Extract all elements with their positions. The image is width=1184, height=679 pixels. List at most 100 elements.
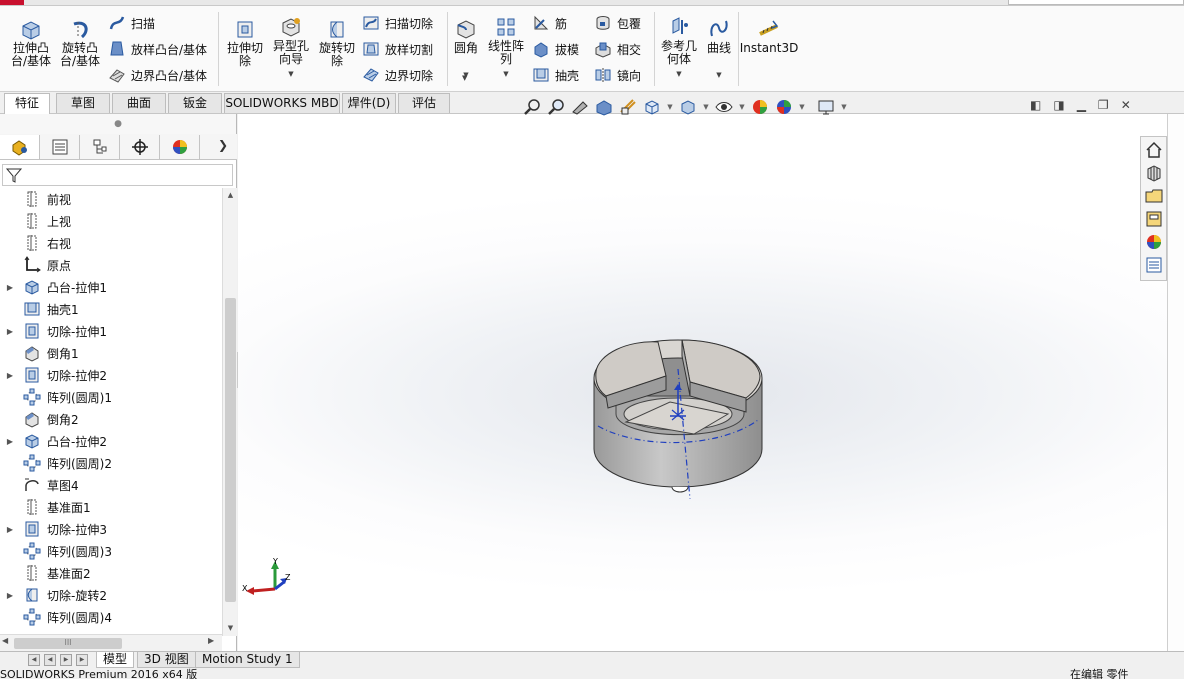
view-settings-dropdown-icon[interactable]: ▼ bbox=[840, 103, 848, 111]
edit-appearance-button[interactable] bbox=[750, 97, 770, 117]
tab-weldments[interactable]: 焊件(D) bbox=[342, 93, 396, 113]
shell-button[interactable]: 抽壳 bbox=[532, 65, 579, 85]
view-settings-button[interactable] bbox=[816, 97, 836, 117]
linear-pattern-dropdown-icon[interactable]: ▼ bbox=[503, 68, 508, 81]
revolve-boss-button[interactable]: 旋转凸 台/基体 bbox=[56, 18, 104, 68]
tree-item[interactable]: 右视 bbox=[0, 232, 71, 254]
tree-vertical-scrollbar[interactable]: ▲ ▼ bbox=[222, 188, 237, 636]
scroll-down-icon[interactable]: ▼ bbox=[223, 624, 238, 632]
mirror-button[interactable]: 镜向 bbox=[594, 65, 641, 85]
tree-filter[interactable] bbox=[2, 164, 233, 186]
file-explorer-tab[interactable] bbox=[1142, 185, 1165, 206]
expand-arrow-icon[interactable]: ▶ bbox=[5, 283, 15, 292]
panel-grip[interactable]: ● bbox=[0, 114, 236, 134]
graphics-area[interactable]: Y Z X bbox=[238, 114, 1167, 651]
appearances-tab[interactable] bbox=[1142, 231, 1165, 252]
tree-item[interactable]: 阵列(圆周)3 bbox=[0, 540, 112, 562]
tree-item[interactable]: ▶ 切除-拉伸3 bbox=[0, 518, 107, 540]
zoom-to-area-button[interactable] bbox=[546, 97, 566, 117]
tree-item[interactable]: ▶ 凸台-拉伸1 bbox=[0, 276, 107, 298]
dynamic-annotation-button[interactable] bbox=[618, 97, 638, 117]
tab-sheet-metal[interactable]: 钣金 bbox=[168, 93, 222, 113]
loft-cut-button[interactable]: 放样切割 bbox=[362, 39, 433, 59]
tree-item[interactable]: 倒角1 bbox=[0, 342, 79, 364]
fillet-more-icon[interactable]: ▼ bbox=[462, 74, 467, 82]
boundary-boss-button[interactable]: 边界凸台/基体 bbox=[108, 65, 207, 85]
tree-item[interactable]: 草图4 bbox=[0, 474, 79, 496]
apply-scene-button[interactable] bbox=[774, 97, 794, 117]
last-tab-icon[interactable]: ▶ bbox=[76, 654, 88, 666]
reference-geometry-dropdown-icon[interactable]: ▼ bbox=[676, 68, 681, 81]
display-style-button[interactable] bbox=[678, 97, 698, 117]
design-library-tab[interactable] bbox=[1142, 162, 1165, 183]
expand-arrow-icon[interactable]: ▶ bbox=[5, 591, 15, 600]
tree-item[interactable]: ▶ 凸台-拉伸2 bbox=[0, 430, 107, 452]
linear-pattern-button[interactable]: 线性阵 列 ▼ bbox=[484, 16, 528, 81]
display-manager-tab[interactable] bbox=[160, 135, 200, 159]
sweep-cut-button[interactable]: 扫描切除 bbox=[362, 13, 433, 33]
display-style-dropdown-icon[interactable]: ▼ bbox=[702, 103, 710, 111]
tree-item[interactable]: ▶ 切除-拉伸2 bbox=[0, 364, 107, 386]
solidworks-logo[interactable] bbox=[0, 0, 24, 5]
property-manager-tab[interactable] bbox=[40, 135, 80, 159]
expand-arrow-icon[interactable]: ▶ bbox=[5, 327, 15, 336]
tile-right-icon[interactable]: ◨ bbox=[1053, 98, 1064, 112]
tree-horizontal-scrollbar[interactable]: ◀ III ▶ bbox=[0, 634, 222, 651]
tile-left-icon[interactable]: ◧ bbox=[1030, 98, 1041, 112]
curves-dropdown-icon[interactable]: ▼ bbox=[716, 69, 721, 82]
previous-view-button[interactable] bbox=[570, 97, 590, 117]
hole-wizard-dropdown-icon[interactable]: ▼ bbox=[288, 68, 293, 81]
wrap-button[interactable]: 包覆 bbox=[594, 13, 641, 33]
extrude-cut-button[interactable]: 拉伸切 除 bbox=[222, 18, 268, 68]
tree-item[interactable]: 原点 bbox=[0, 254, 71, 276]
restore-icon[interactable]: ❐ bbox=[1098, 98, 1109, 112]
scroll-right-icon[interactable]: ▶ bbox=[208, 636, 214, 645]
tab-3d-view[interactable]: 3D 视图 bbox=[137, 652, 196, 668]
tab-evaluate[interactable]: 评估 bbox=[398, 93, 450, 113]
scroll-up-icon[interactable]: ▲ bbox=[223, 191, 238, 199]
tab-model[interactable]: 模型 bbox=[96, 652, 135, 668]
view-orientation-dropdown-icon[interactable]: ▼ bbox=[666, 103, 674, 111]
tree-item[interactable]: 阵列(圆周)1 bbox=[0, 386, 112, 408]
tree-item[interactable]: 阵列(圆周)2 bbox=[0, 452, 112, 474]
search-box[interactable] bbox=[1008, 0, 1184, 5]
configuration-manager-tab[interactable] bbox=[80, 135, 120, 159]
intersect-button[interactable]: 相交 bbox=[594, 39, 641, 59]
tab-sketch[interactable]: 草图 bbox=[56, 93, 110, 113]
hide-show-items-button[interactable] bbox=[714, 97, 734, 117]
tree-item[interactable]: 前视 bbox=[0, 188, 71, 210]
part-model[interactable] bbox=[238, 114, 1167, 651]
first-tab-icon[interactable]: ◀ bbox=[28, 654, 40, 666]
horizontal-scroll-thumb[interactable]: III bbox=[14, 638, 122, 649]
instant3d-button[interactable]: Instant3D bbox=[740, 18, 798, 55]
reference-geometry-button[interactable]: 参考几 何体 ▼ bbox=[658, 16, 700, 81]
tab-motion-study[interactable]: Motion Study 1 bbox=[195, 652, 300, 668]
tree-item[interactable]: 基准面2 bbox=[0, 562, 91, 584]
rib-button[interactable]: 筋 bbox=[532, 13, 567, 33]
section-view-button[interactable] bbox=[594, 97, 614, 117]
feature-manager-tab[interactable] bbox=[0, 135, 40, 159]
fillet-button[interactable]: 圆角 ▼ bbox=[449, 18, 483, 82]
boundary-cut-button[interactable]: 边界切除 bbox=[362, 65, 433, 85]
scene-dropdown-icon[interactable]: ▼ bbox=[798, 103, 806, 111]
minimize-icon[interactable]: ▁ bbox=[1077, 98, 1086, 112]
sweep-button[interactable]: 扫描 bbox=[108, 13, 155, 33]
tree-item[interactable]: 阵列(圆周)4 bbox=[0, 606, 112, 628]
curves-button[interactable]: 曲线 ▼ bbox=[702, 18, 736, 82]
expand-arrow-icon[interactable]: ▶ bbox=[5, 525, 15, 534]
hole-wizard-button[interactable]: 异型孔 向导 ▼ bbox=[268, 16, 314, 81]
tree-item[interactable]: 抽壳1 bbox=[0, 298, 79, 320]
tab-features[interactable]: 特征 bbox=[4, 93, 50, 114]
chevron-right-icon[interactable]: ❯ bbox=[218, 138, 228, 152]
tab-surfaces[interactable]: 曲面 bbox=[112, 93, 166, 113]
tree-item[interactable]: 上视 bbox=[0, 210, 71, 232]
solidworks-resources-tab[interactable] bbox=[1142, 139, 1165, 160]
revolve-cut-button[interactable]: 旋转切 除 bbox=[314, 18, 360, 68]
prev-tab-icon[interactable]: ◀ bbox=[44, 654, 56, 666]
extrude-boss-button[interactable]: 拉伸凸 台/基体 bbox=[8, 18, 54, 68]
tree-item[interactable]: ▶ 切除-拉伸1 bbox=[0, 320, 107, 342]
tree-item[interactable]: 基准面1 bbox=[0, 496, 91, 518]
dimxpert-manager-tab[interactable] bbox=[120, 135, 160, 159]
loft-boss-button[interactable]: 放样凸台/基体 bbox=[108, 39, 207, 59]
tree-item[interactable]: ▶ 切除-旋转2 bbox=[0, 584, 107, 606]
